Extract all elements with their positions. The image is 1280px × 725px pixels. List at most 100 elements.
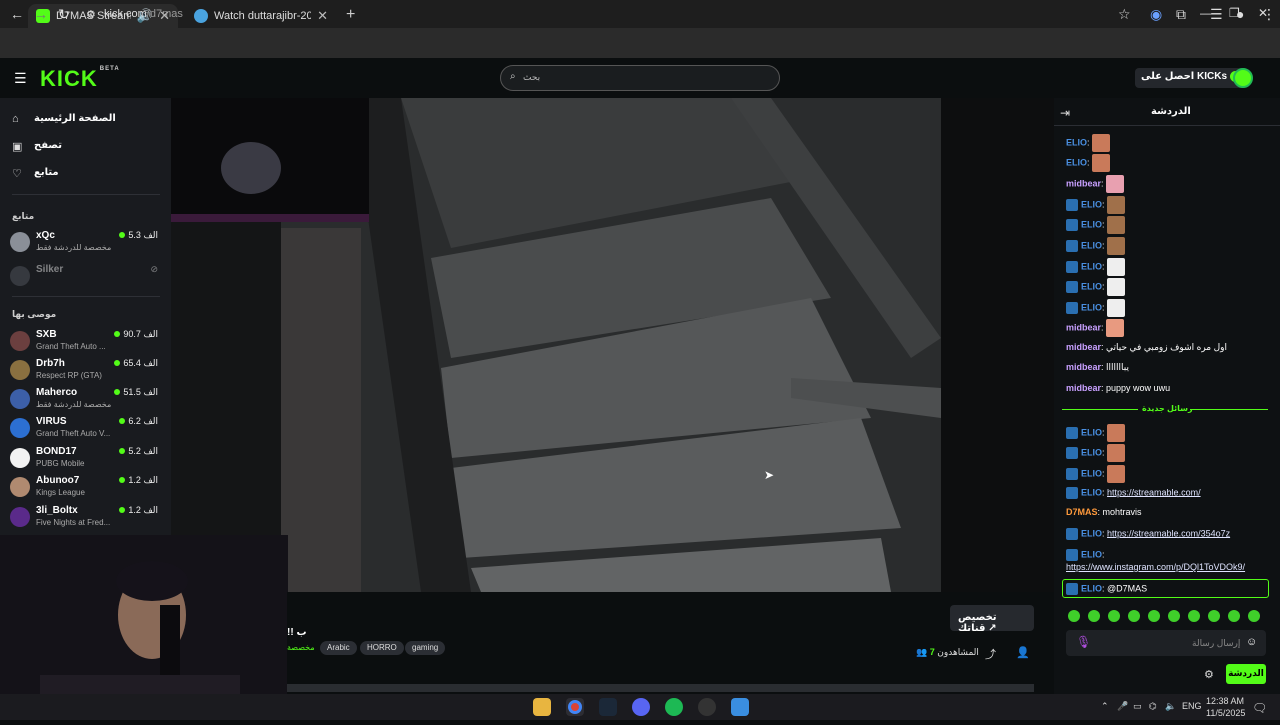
extensions-icon[interactable]: ⧉ bbox=[1176, 6, 1186, 23]
app-icon[interactable] bbox=[731, 698, 749, 716]
microphone-icon[interactable]: 🎙 bbox=[1076, 635, 1091, 649]
send-chat-button[interactable]: الدردشة bbox=[1226, 664, 1266, 684]
chat-emote-icon[interactable] bbox=[1107, 299, 1126, 317]
emote-icon[interactable] bbox=[1068, 610, 1080, 622]
sidebar-channel-virus[interactable]: VIRUS Grand Theft Auto V... 6.2 الف bbox=[10, 415, 162, 443]
scroll-track[interactable] bbox=[287, 684, 1034, 692]
clock-time[interactable]: 12:38 AM bbox=[1206, 696, 1244, 706]
obs-icon[interactable] bbox=[698, 698, 716, 716]
chat-username[interactable]: D7MAS bbox=[1066, 507, 1098, 517]
chat-emote-icon[interactable] bbox=[1107, 258, 1126, 276]
chat-username[interactable]: ELIO bbox=[1081, 199, 1102, 209]
sidebar-channel-maherco[interactable]: Maherco مخصصة للدردشة فقط 51.5 الف bbox=[10, 386, 162, 414]
close-tab-icon[interactable]: ✕ bbox=[317, 8, 328, 24]
sidebar-channel-drb7h[interactable]: Drb7h Respect RP (GTA) 65.4 الف bbox=[10, 357, 162, 385]
forward-icon[interactable]: → bbox=[34, 6, 48, 22]
follow-user-icon[interactable]: 👤 bbox=[1016, 646, 1030, 659]
chat-username[interactable]: ELIO bbox=[1081, 549, 1102, 559]
emote-icon[interactable] bbox=[1228, 610, 1240, 622]
volume-tray-icon[interactable]: 🔈 bbox=[1165, 701, 1176, 712]
chat-message-link[interactable]: https://streamable.com/ bbox=[1107, 487, 1201, 497]
reload-icon[interactable]: ↻ bbox=[58, 6, 70, 23]
share-icon[interactable]: ⤴ bbox=[985, 646, 996, 662]
chat-emote-icon[interactable] bbox=[1107, 465, 1126, 483]
chat-username[interactable]: ELIO bbox=[1081, 468, 1102, 478]
chat-message-link[interactable]: https://www.instagram.com/p/DQl1ToVDOk9/ bbox=[1066, 562, 1245, 572]
sidebar-channel-3li-boltx[interactable]: 3li_Boltx Five Nights at Fred... 1.2 الف bbox=[10, 504, 162, 532]
emote-icon[interactable] bbox=[1208, 610, 1220, 622]
media-controls-icon[interactable]: ☰ bbox=[1210, 6, 1223, 23]
spotify-icon[interactable] bbox=[665, 698, 683, 716]
network-tray-icon[interactable]: ⌬ bbox=[1149, 701, 1157, 712]
discord-icon[interactable] bbox=[632, 698, 650, 716]
hamburger-menu-icon[interactable]: ☰ bbox=[14, 70, 27, 87]
menu-kebab-icon[interactable]: ⋮ bbox=[1262, 6, 1276, 23]
sidebar-item-following[interactable]: ♡ متابع bbox=[12, 167, 162, 180]
microphone-tray-icon[interactable]: 🎤 bbox=[1117, 701, 1128, 712]
new-tab-button[interactable]: + bbox=[346, 6, 355, 24]
kick-logo[interactable]: KICK BETA bbox=[40, 66, 120, 92]
emote-icon[interactable] bbox=[1108, 610, 1120, 622]
emote-icon[interactable] bbox=[1148, 610, 1160, 622]
stream-category[interactable]: مخصصة bbox=[287, 643, 315, 652]
chat-emote-icon[interactable] bbox=[1107, 424, 1126, 442]
chat-emote-icon[interactable] bbox=[1092, 134, 1111, 152]
emote-icon[interactable] bbox=[1168, 610, 1180, 622]
chat-username[interactable]: ELIO bbox=[1081, 240, 1102, 250]
chat-username[interactable]: ELIO bbox=[1081, 528, 1102, 538]
bookmark-star-icon[interactable]: ☆ bbox=[1118, 6, 1131, 23]
sidebar-channel-silker[interactable]: Silker ⊘ bbox=[10, 263, 162, 291]
emote-icon[interactable] bbox=[1088, 610, 1100, 622]
audio-icon[interactable]: ◉ bbox=[1150, 6, 1162, 23]
chat-username[interactable]: ELIO bbox=[1081, 219, 1102, 229]
language-indicator[interactable]: ENG bbox=[1182, 701, 1202, 711]
chat-input[interactable]: 🎙 إرسال رسالة ☺ bbox=[1066, 630, 1266, 656]
chat-emote-icon[interactable] bbox=[1107, 237, 1126, 255]
chat-username[interactable]: midbear bbox=[1066, 178, 1101, 188]
sidebar-channel-bond17[interactable]: BOND17 PUBG Mobile 5.2 الف bbox=[10, 445, 162, 473]
chat-emote-icon[interactable] bbox=[1092, 154, 1111, 172]
chat-emote-icon[interactable] bbox=[1107, 196, 1126, 214]
url-field[interactable]: kick.com/d7mas bbox=[104, 8, 183, 20]
chat-username[interactable]: ELIO bbox=[1066, 137, 1087, 147]
emote-icon[interactable] bbox=[1128, 610, 1140, 622]
emoji-picker-icon[interactable]: ☺ bbox=[1246, 636, 1257, 648]
chat-username[interactable]: ELIO bbox=[1081, 447, 1102, 457]
search-input[interactable]: ⌕ بحث bbox=[500, 65, 780, 91]
sidebar-item-home[interactable]: ⌂ الصفحة الرئيسية bbox=[12, 113, 162, 125]
emote-icon[interactable] bbox=[1248, 610, 1260, 622]
user-avatar[interactable] bbox=[1233, 68, 1253, 88]
chrome-icon[interactable] bbox=[566, 698, 584, 716]
notifications-icon[interactable]: 🗨 bbox=[1252, 701, 1267, 715]
site-info-icon[interactable]: ⚙ bbox=[86, 8, 96, 21]
collapse-chat-icon[interactable]: ⇥ bbox=[1060, 106, 1070, 120]
chat-username[interactable]: midbear bbox=[1066, 383, 1101, 393]
chat-emote-icon[interactable] bbox=[1107, 444, 1126, 462]
chat-username[interactable]: midbear bbox=[1066, 362, 1101, 372]
chat-emote-icon[interactable] bbox=[1106, 319, 1125, 337]
tab-watch-video[interactable]: Watch duttarajibr-20250304_2... ✕ bbox=[186, 4, 336, 28]
tag-gaming[interactable]: gaming bbox=[405, 641, 446, 655]
chat-username[interactable]: ELIO bbox=[1081, 281, 1102, 291]
clock-date[interactable]: 11/5/2025 bbox=[1206, 708, 1245, 718]
sidebar-channel-abunoo7[interactable]: Abunoo7 Kings League 1.2 الف bbox=[10, 474, 162, 502]
tag-arabic[interactable]: Arabic bbox=[320, 641, 357, 655]
sidebar-channel-xqc[interactable]: xQc مخصصة للدردشة فقط 5.3 الف bbox=[10, 229, 162, 257]
chat-emote-icon[interactable] bbox=[1107, 216, 1126, 234]
chat-message-link[interactable]: https://streamable.com/354o7z bbox=[1107, 528, 1230, 538]
chat-settings-icon[interactable]: ⚙ bbox=[1204, 668, 1214, 681]
customize-channel-button[interactable]: تخصيص قناتك ↗ bbox=[950, 605, 1034, 634]
chat-username[interactable]: ELIO bbox=[1081, 261, 1102, 271]
get-kicks-button[interactable]: احصل على KICKs bbox=[1135, 68, 1248, 88]
chat-emote-icon[interactable] bbox=[1106, 175, 1125, 193]
display-tray-icon[interactable]: ▭ bbox=[1133, 701, 1142, 712]
tray-overflow-icon[interactable]: ⌃ bbox=[1101, 701, 1109, 712]
chat-username[interactable]: midbear bbox=[1066, 342, 1101, 352]
file-explorer-icon[interactable] bbox=[533, 698, 551, 716]
profile-icon[interactable]: ● bbox=[1236, 6, 1244, 22]
chat-username[interactable]: ELIO bbox=[1081, 427, 1102, 437]
tag-horro[interactable]: HORRO bbox=[360, 641, 404, 655]
steam-icon[interactable] bbox=[599, 698, 617, 716]
chat-username[interactable]: ELIO bbox=[1081, 302, 1102, 312]
back-icon[interactable]: ← bbox=[10, 6, 24, 22]
